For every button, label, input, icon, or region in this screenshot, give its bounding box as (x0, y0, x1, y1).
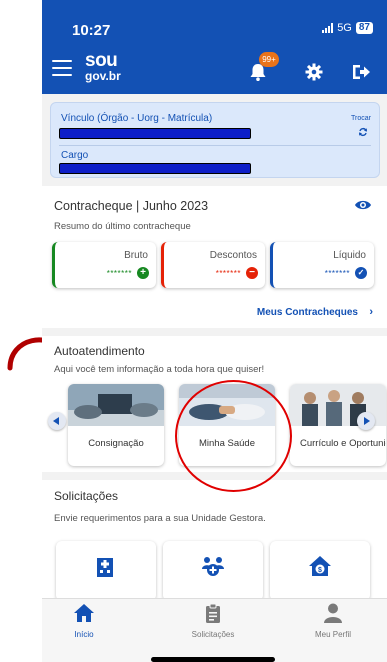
solicitacoes-section: Solicitações Envie requerimentos para a … (42, 480, 387, 601)
nav-item-meu-perfil[interactable]: Meu Perfil (293, 603, 373, 643)
minus-icon: − (246, 267, 258, 279)
bruto-value-masked: ******* (106, 269, 132, 278)
service-card-consignacao[interactable]: Consignação (68, 384, 164, 466)
annotation-circle (175, 380, 292, 492)
status-indicators: 5G 87 (322, 22, 373, 34)
nav-item-inicio[interactable]: Início (44, 603, 124, 643)
vinculo-label: Vínculo (Órgão - Uorg - Matrícula) (61, 113, 213, 124)
nav-label-inicio: Início (74, 630, 94, 639)
bruto-label: Bruto (124, 250, 148, 261)
solicitacao-card-dependentes[interactable] (163, 541, 263, 601)
family-medical-icon (202, 557, 224, 576)
solicitacoes-subtitle: Envie requerimentos para a sua Unidade G… (54, 513, 266, 524)
logo-line2: gov.br (85, 69, 121, 83)
autoatendimento-title: Autoatendimento (54, 344, 145, 358)
app-header: sou gov.br 99+ (42, 46, 387, 94)
meus-contracheques-label: Meus Contracheques (256, 307, 358, 318)
chevron-right-icon: › (369, 306, 373, 318)
descontos-label: Descontos (209, 250, 257, 261)
carousel-next-button[interactable] (357, 412, 375, 430)
status-bar: 10:27 5G 87 (42, 0, 387, 46)
phone-screen: 10:27 5G 87 sou gov.br 99+ Vínculo (Órgã… (42, 0, 387, 662)
hospital-icon (97, 558, 113, 577)
divider (59, 145, 371, 146)
user-icon (324, 603, 342, 623)
descontos-card[interactable]: Descontos ******* − (161, 242, 265, 288)
solicitacao-card-hospital[interactable] (56, 541, 156, 601)
autoatendimento-subtitle: Aqui você tem informação a toda hora que… (54, 364, 265, 375)
service-label-consignacao: Consignação (88, 438, 144, 449)
redacted-vinculo (59, 128, 251, 139)
plus-icon: + (137, 267, 149, 279)
notification-badge: 99+ (259, 52, 279, 67)
chevron-left-icon (53, 417, 59, 425)
contracheque-section: Contracheque | Junho 2023 Resumo do últi… (42, 186, 387, 302)
vinculo-card: Vínculo (Órgão - Uorg - Matrícula) Troca… (50, 102, 380, 178)
liquido-value-masked: ******* (324, 269, 350, 278)
trocar-label[interactable]: Trocar (351, 115, 371, 122)
battery-icon: 87 (355, 22, 373, 34)
menu-icon[interactable] (52, 60, 72, 76)
carousel-prev-button[interactable] (48, 412, 66, 430)
descontos-value-masked: ******* (215, 269, 241, 278)
svg-text:$: $ (318, 567, 322, 574)
chevron-right-icon (364, 417, 370, 425)
logout-icon[interactable] (351, 63, 371, 81)
cargo-label: Cargo (61, 150, 89, 161)
swap-icon[interactable] (358, 127, 368, 137)
service-label-curriculo: Currículo e Oportunidades (300, 438, 386, 449)
check-icon: ✓ (355, 267, 367, 279)
redacted-cargo (59, 163, 251, 174)
sou-govbr-logo: sou gov.br (85, 50, 129, 83)
contracheque-subtitle: Resumo do último contracheque (54, 221, 191, 232)
status-time: 10:27 (72, 22, 111, 39)
signal-icon (322, 23, 334, 33)
liquido-label: Líquido (333, 250, 366, 261)
home-indicator (151, 657, 275, 662)
solicitacao-card-moradia[interactable]: $ (270, 541, 370, 601)
logo-line1: sou (85, 50, 118, 71)
contracheque-title: Contracheque | Junho 2023 (54, 199, 209, 213)
bottom-nav: Início Solicitações Meu Perfil (42, 598, 387, 662)
liquido-card[interactable]: Líquido ******* ✓ (270, 242, 374, 288)
home-icon (74, 604, 94, 622)
nav-label-solicitacoes: Solicitações (191, 630, 235, 639)
screenshot-frame: 10:27 5G 87 sou gov.br 99+ Vínculo (Órgã… (0, 0, 387, 662)
house-money-icon: $ (309, 556, 331, 576)
clipboard-icon (206, 603, 220, 623)
meus-contracheques-link[interactable]: Meus Contracheques › (42, 302, 387, 328)
nav-item-solicitacoes[interactable]: Solicitações (173, 603, 253, 643)
gear-icon[interactable] (305, 63, 323, 81)
solicitacoes-title: Solicitações (54, 489, 119, 503)
network-label: 5G (337, 22, 352, 34)
eye-icon[interactable] (354, 198, 372, 212)
nav-label-meu-perfil: Meu Perfil (314, 630, 351, 639)
consignacao-image (68, 384, 164, 426)
bruto-card[interactable]: Bruto ******* + (52, 242, 156, 288)
